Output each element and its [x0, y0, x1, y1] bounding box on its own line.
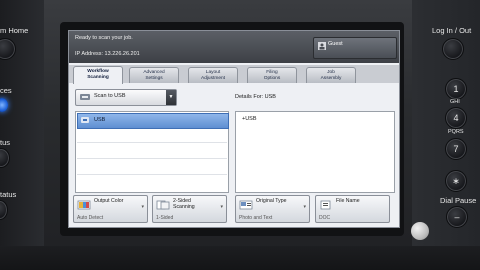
dial-pause-button[interactable]: –: [446, 206, 468, 228]
tab-label: Assembly: [320, 75, 342, 81]
output-color-button[interactable]: Output Color Auto Detect ▾: [73, 195, 148, 223]
tab-layout-adjustment[interactable]: Layout Adjustment: [188, 67, 238, 83]
chevron-down-icon: ▾: [220, 204, 223, 210]
bottom-bezel: [0, 246, 480, 270]
keypad-4-digit: 4: [453, 113, 459, 123]
keypad-star-glyph: ∗: [452, 176, 460, 186]
chevron-down-icon: ▾: [303, 204, 306, 210]
feature-title: Output Color: [94, 198, 124, 204]
status-message: Ready to scan your job.: [75, 35, 133, 41]
keypad-4-letters: GHI: [450, 99, 460, 105]
feature-title-line2: Scanning: [173, 204, 195, 210]
tab-filing-options[interactable]: Filing Options: [247, 67, 297, 83]
guest-label: Guest: [328, 41, 343, 47]
keypad-4-button[interactable]: 4: [445, 107, 467, 129]
keypad-7-digit: 7: [453, 144, 459, 154]
tab-bar: Workflow Scanning Advanced Settings Layo…: [69, 65, 399, 84]
xerox-logo-icon: [411, 222, 429, 240]
tab-job-assembly[interactable]: Job Assembly: [306, 67, 356, 83]
machine-status-label: tatus: [0, 190, 17, 199]
printer-control-panel: m Home ces tus tatus Log In / Out 1 GHI …: [0, 0, 480, 270]
status-bar: Ready to scan your job. IP Address: 13.2…: [69, 31, 399, 63]
log-in-out-button[interactable]: [442, 38, 464, 60]
usb-icon: [81, 117, 89, 123]
job-status-label: tus: [0, 138, 11, 147]
original-type-button[interactable]: Original Type Photo and Text ▾: [235, 195, 310, 223]
chevron-down-icon: ▾: [141, 204, 144, 210]
output-color-icon: [77, 200, 91, 210]
touch-screen: Ready to scan your job. IP Address: 13.2…: [68, 30, 400, 228]
ip-address: IP Address: 13.226.26.201: [75, 51, 140, 57]
services-label: ces: [0, 86, 12, 95]
scan-destination-label: Scan to USB: [94, 93, 126, 99]
feature-value: Auto Detect: [77, 215, 104, 221]
feature-value: DOC: [319, 215, 331, 221]
feature-value: 1-Sided: [156, 215, 174, 221]
two-sided-icon: [156, 200, 170, 210]
file-name-icon: [320, 200, 331, 210]
keypad-7-button[interactable]: 7: [445, 138, 467, 160]
feature-title: Original Type: [256, 198, 287, 204]
keypad-7-letters: PQRS: [448, 129, 464, 135]
list-divider: [77, 174, 227, 175]
dial-pause-label: Dial Pause: [440, 196, 477, 205]
tab-label: Scanning: [87, 74, 109, 80]
file-name-button[interactable]: File Name DOC: [315, 195, 390, 223]
tab-advanced-settings[interactable]: Advanced Settings: [129, 67, 179, 83]
original-type-icon: [239, 200, 253, 210]
tab-label: Settings: [145, 75, 163, 81]
user-icon: [318, 42, 326, 50]
chevron-down-icon: ▼: [166, 90, 176, 105]
keypad-1-digit: 1: [453, 84, 459, 94]
list-item-usb[interactable]: USB: [77, 113, 229, 129]
feature-value: Photo and Text: [239, 215, 273, 221]
log-in-out-label: Log In / Out: [432, 26, 472, 35]
list-item-label: USB: [94, 117, 106, 123]
scan-destination-dropdown[interactable]: Scan to USB ▼: [75, 89, 177, 106]
feature-title: File Name: [336, 198, 360, 204]
keypad-star-button[interactable]: ∗: [445, 170, 467, 192]
keypad-1-button[interactable]: 1: [445, 78, 467, 100]
dial-pause-glyph: –: [454, 212, 460, 222]
list-divider: [77, 158, 227, 159]
details-heading: Details For: USB: [235, 94, 276, 100]
device-list: USB: [75, 111, 229, 193]
tab-workflow-scanning[interactable]: Workflow Scanning: [73, 66, 123, 84]
details-panel: +USB: [235, 111, 395, 193]
two-sided-scanning-button[interactable]: 2-Sided Scanning 1-Sided ▾: [152, 195, 227, 223]
details-path: +USB: [242, 116, 257, 122]
tab-label: Adjustment: [201, 75, 225, 81]
list-divider: [77, 142, 227, 143]
usb-icon: [80, 94, 90, 100]
services-home-label: m Home: [0, 26, 29, 35]
tab-label: Options: [263, 75, 281, 81]
guest-user-button[interactable]: Guest: [313, 37, 397, 59]
